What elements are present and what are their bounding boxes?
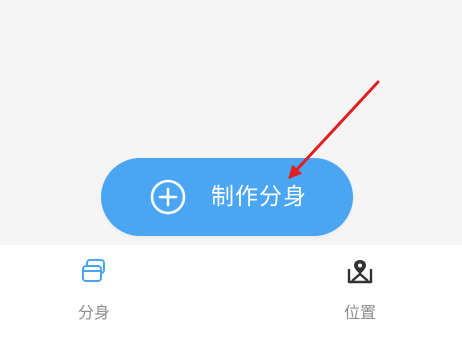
nav-tab-location-label: 位置 [343, 303, 376, 322]
create-clone-button[interactable]: 制作分身 [101, 158, 353, 236]
location-map-icon [347, 260, 373, 284]
clone-cards-icon [82, 259, 105, 282]
plus-circle-icon [150, 179, 186, 215]
create-clone-label: 制作分身 [211, 184, 307, 210]
bottom-navigation-bar: 分身 位置 [0, 245, 462, 338]
nav-tab-clones-label: 分身 [77, 303, 110, 322]
nav-tab-location[interactable]: 位置 [300, 245, 420, 338]
nav-tab-clones[interactable]: 分身 [34, 245, 154, 338]
